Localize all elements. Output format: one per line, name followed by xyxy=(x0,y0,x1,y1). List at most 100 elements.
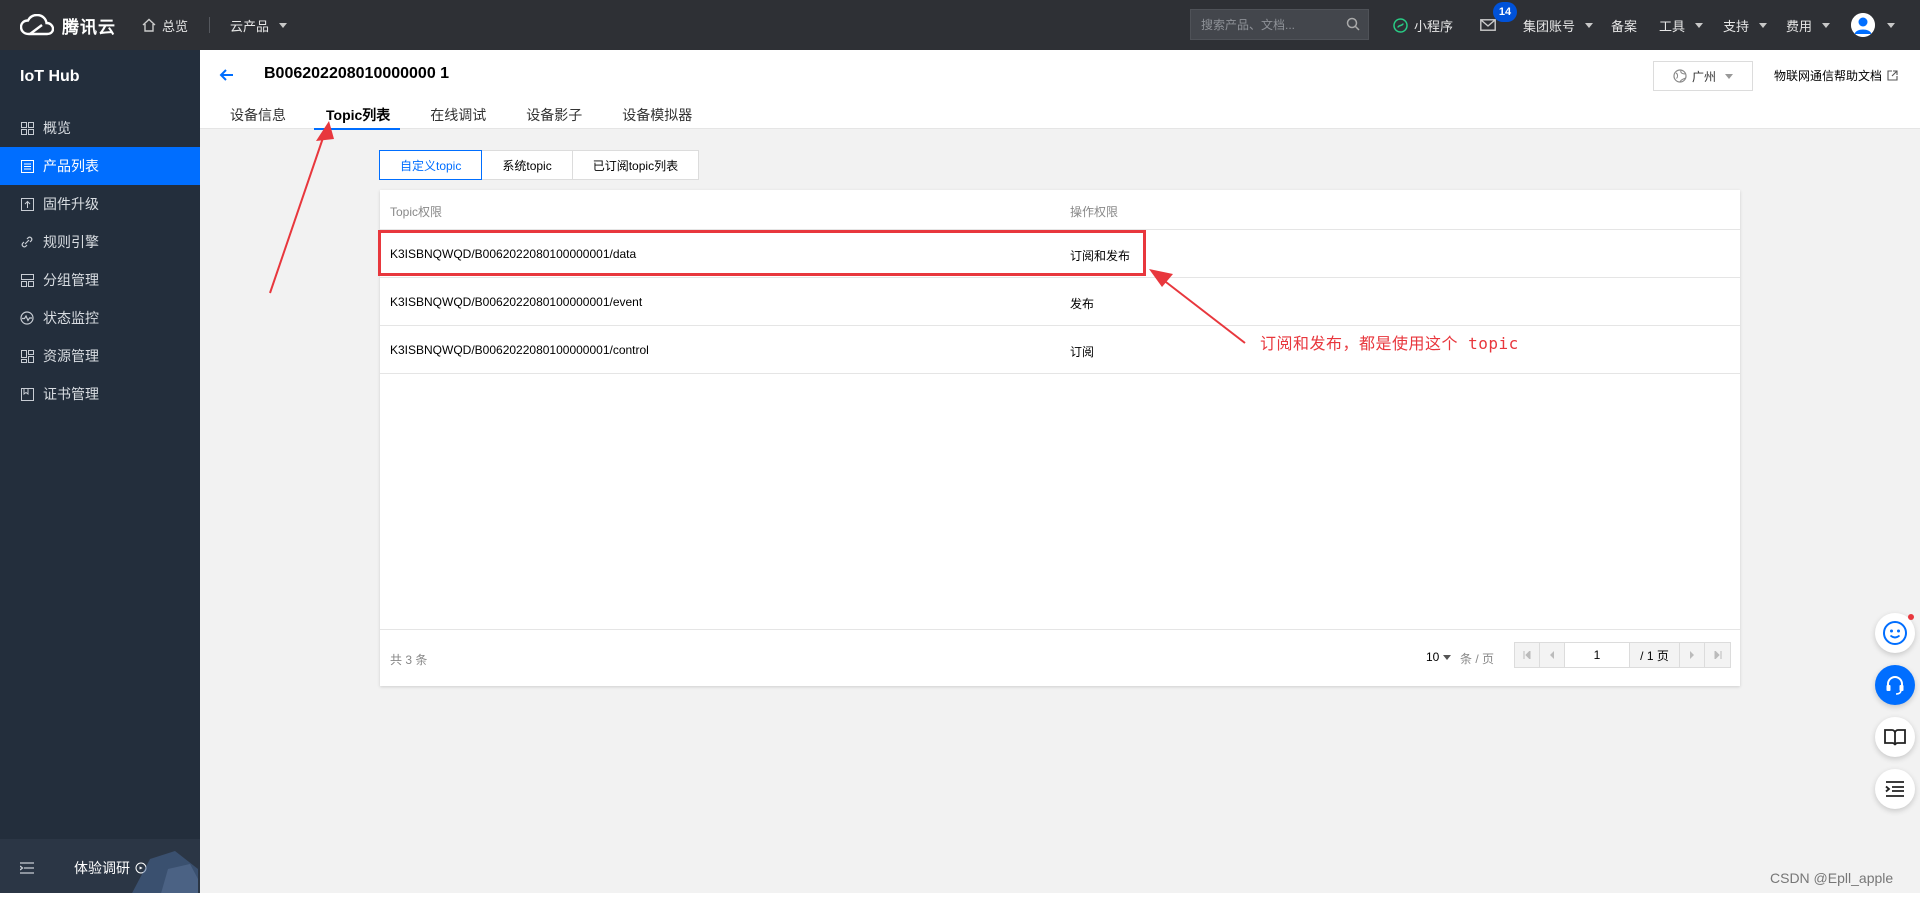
sidebar-item-group-management[interactable]: 分组管理 xyxy=(0,261,200,299)
help-doc-link[interactable]: 物联网通信帮助文档 xyxy=(1774,67,1898,84)
sidebar-item-product-list[interactable]: 产品列表 xyxy=(0,147,200,185)
sidebar-item-certificate-management[interactable]: 证书管理 xyxy=(0,375,200,413)
table-footer: 共 3 条 10 条 / 页 / 1 页 xyxy=(380,629,1740,686)
book-icon xyxy=(1884,729,1906,746)
documentation-button[interactable] xyxy=(1875,717,1915,757)
billing-menu[interactable]: 费用 xyxy=(1786,0,1831,50)
page-size-value: 10 xyxy=(1426,650,1440,664)
mail-icon xyxy=(1480,19,1496,31)
nav-divider xyxy=(209,17,210,33)
list-menu-icon xyxy=(1885,781,1904,797)
topic-cell: K3ISBNQWQD/B0062022080100000001/event xyxy=(390,295,643,309)
filing-link[interactable]: 备案 xyxy=(1611,0,1637,50)
last-page-icon xyxy=(1714,651,1721,659)
chevron-down-icon xyxy=(279,22,288,28)
overview-link[interactable]: 总览 xyxy=(142,0,188,50)
region-selector[interactable]: 广州 xyxy=(1653,61,1753,91)
topic-type-tabs: 自定义topic 系统topic 已订阅topic列表 xyxy=(379,150,700,180)
brand-name: 腾讯云 xyxy=(62,17,116,37)
tab-topic-list[interactable]: Topic列表 xyxy=(313,105,401,130)
tab-device-info[interactable]: 设备信息 xyxy=(230,105,286,129)
chevron-down-icon xyxy=(1725,73,1733,79)
globe-icon xyxy=(1673,69,1687,83)
cloud-products-label: 云产品 xyxy=(230,18,270,34)
first-page-button[interactable] xyxy=(1515,643,1540,667)
arrow-to-tab-line xyxy=(269,131,326,294)
grid-icon xyxy=(20,121,34,135)
headset-icon xyxy=(1886,676,1904,695)
tools-menu[interactable]: 工具 xyxy=(1659,0,1704,50)
sidebar-footer: 体验调研 xyxy=(0,839,200,897)
chevron-down-icon xyxy=(1695,22,1704,28)
brand-logo[interactable]: 腾讯云 xyxy=(20,11,116,39)
group-account-menu[interactable]: 集团账号 xyxy=(1523,0,1594,50)
sidebar-item-label: 证书管理 xyxy=(43,386,99,402)
global-search xyxy=(1190,9,1369,40)
sidebar-item-label: 固件升级 xyxy=(43,196,99,212)
permission-cell: 发布 xyxy=(1070,297,1095,311)
support-menu[interactable]: 支持 xyxy=(1723,0,1768,50)
pagination: / 1 页 xyxy=(1514,642,1731,668)
page-size-unit: 条 / 页 xyxy=(1460,652,1495,666)
miniprogram-label: 小程序 xyxy=(1414,18,1454,34)
tab-device-shadow[interactable]: 设备影子 xyxy=(526,105,582,129)
external-link-icon xyxy=(1887,70,1898,81)
message-count-badge: 14 xyxy=(1493,2,1517,22)
chevron-down-icon xyxy=(1443,654,1452,660)
help-doc-label: 物联网通信帮助文档 xyxy=(1774,69,1883,83)
chevron-down-icon xyxy=(1759,22,1768,28)
certificate-icon xyxy=(20,387,34,401)
back-button[interactable] xyxy=(217,65,237,85)
annotation-note: 订阅和发布，都是使用这个 topic xyxy=(1260,334,1519,353)
arrow-left-icon xyxy=(219,69,233,81)
topic-table-panel: Topic权限 操作权限 K3ISBNQWQD/B006202208010000… xyxy=(380,190,1740,686)
overview-label: 总览 xyxy=(162,18,189,34)
search-input[interactable] xyxy=(1201,17,1341,32)
smiley-icon xyxy=(1883,621,1907,645)
sidebar-item-firmware-upgrade[interactable]: 固件升级 xyxy=(0,185,200,223)
page-header: B006202208010000000 1 广州 物联网通信帮助文档 设备信息 … xyxy=(200,50,1920,130)
next-page-button[interactable] xyxy=(1680,643,1705,667)
tools-label: 工具 xyxy=(1659,18,1686,34)
chevron-left-icon xyxy=(1550,651,1554,659)
sidebar-item-overview[interactable]: 概览 xyxy=(0,109,200,147)
prev-page-button[interactable] xyxy=(1540,643,1565,667)
sidebar-item-rule-engine[interactable]: 规则引擎 xyxy=(0,223,200,261)
table-header: Topic权限 操作权限 xyxy=(380,190,1740,230)
last-page-button[interactable] xyxy=(1705,643,1730,667)
page-size-select[interactable]: 10 xyxy=(1426,650,1452,664)
tab-device-simulator[interactable]: 设备模拟器 xyxy=(622,105,692,129)
chevron-down-icon xyxy=(1822,22,1831,28)
miniprogram-link[interactable]: 小程序 xyxy=(1393,0,1453,50)
menu-list-button[interactable] xyxy=(1875,769,1915,809)
sidebar-item-label: 产品列表 xyxy=(43,158,99,174)
total-count: 共 3 条 xyxy=(390,653,428,667)
sidebar-item-resource-management[interactable]: 资源管理 xyxy=(0,337,200,375)
customer-service-button[interactable] xyxy=(1875,665,1915,705)
subtab-system-topic[interactable]: 系统topic xyxy=(481,150,573,180)
sidebar-item-label: 规则引擎 xyxy=(43,234,99,250)
user-avatar[interactable] xyxy=(1851,13,1875,37)
sidebar-menu: 概览 产品列表 固件升级 规则引擎 分组管理 状态监控 资源管理 证书管理 xyxy=(0,109,200,413)
subtab-subscribed-topics[interactable]: 已订阅topic列表 xyxy=(571,150,700,180)
sidebar-item-label: 状态监控 xyxy=(43,310,99,326)
list-icon xyxy=(20,159,34,173)
chevron-down-icon xyxy=(1585,22,1594,28)
miniprogram-icon xyxy=(1393,17,1408,33)
sidebar-item-status-monitor[interactable]: 状态监控 xyxy=(0,299,200,337)
upload-icon xyxy=(20,197,34,211)
tab-online-debug[interactable]: 在线调试 xyxy=(430,105,486,129)
page-number-input[interactable] xyxy=(1565,643,1630,667)
permission-cell: 订阅和发布 xyxy=(1070,249,1131,263)
group-icon xyxy=(20,273,34,287)
notification-dot xyxy=(1908,614,1914,620)
collapse-menu-icon[interactable] xyxy=(20,862,34,874)
sidebar-item-label: 概览 xyxy=(43,120,71,136)
feedback-button[interactable] xyxy=(1875,613,1915,653)
cloud-products-menu[interactable]: 云产品 xyxy=(230,0,288,50)
user-menu-toggle[interactable] xyxy=(1883,0,1895,50)
home-icon xyxy=(142,18,156,32)
sidebar-item-label: 资源管理 xyxy=(43,348,99,364)
subtab-custom-topic[interactable]: 自定义topic xyxy=(379,150,483,180)
search-icon[interactable] xyxy=(1346,17,1360,31)
